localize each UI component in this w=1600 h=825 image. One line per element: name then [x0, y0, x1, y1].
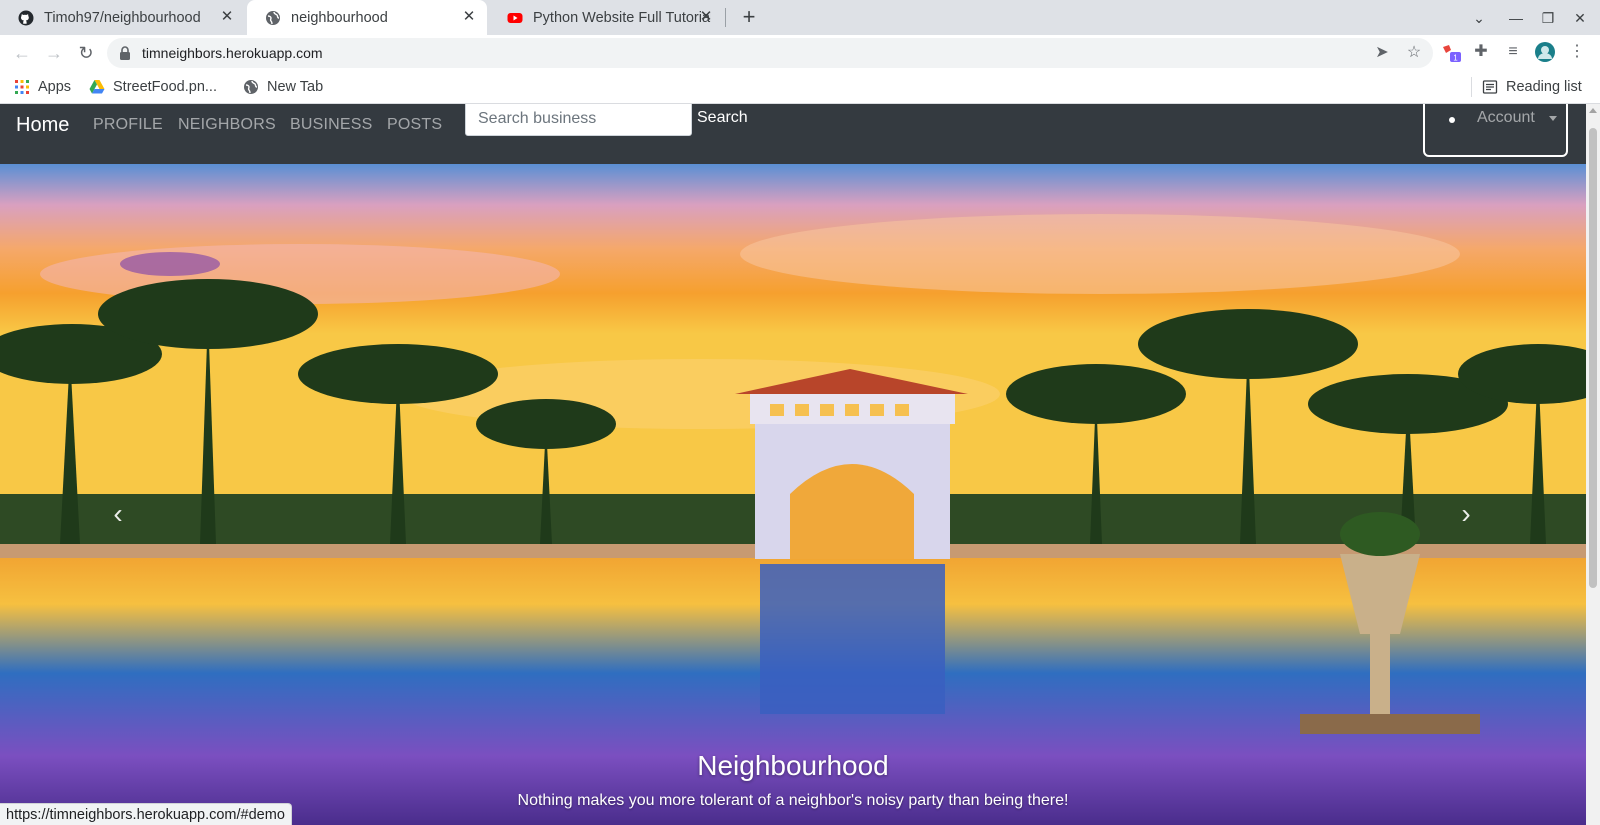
page-viewport: Home PROFILE NEIGHBORS BUSINESS POSTS Se…: [0, 104, 1600, 825]
nav-link-profile[interactable]: PROFILE: [93, 116, 163, 134]
bookmark-streetfood[interactable]: StreetFood.pn...: [89, 77, 217, 97]
hero-carousel: ‹ › Neighbourhood Nothing makes you more…: [0, 164, 1586, 825]
bookmark-label: StreetFood.pn...: [113, 79, 217, 95]
puzzle-extensions-icon[interactable]: ✚: [1470, 41, 1492, 63]
tab-search-chevron-icon[interactable]: ⌄: [1467, 6, 1491, 30]
globe-icon: [266, 10, 280, 25]
address-bar[interactable]: timneighbors.herokuapp.com ➤ ☆: [107, 38, 1433, 68]
account-dropdown[interactable]: Account: [1423, 104, 1568, 157]
new-tab-plus-icon[interactable]: +: [737, 6, 761, 30]
github-icon: [18, 10, 34, 25]
bookmark-label: Apps: [38, 79, 72, 95]
reading-list-label: Reading list: [1506, 79, 1582, 95]
cloud: [740, 214, 1460, 294]
tab-title: neighbourhood: [291, 9, 388, 26]
extension-badge-count: 1: [1453, 54, 1458, 63]
window-close-icon[interactable]: ✕: [1568, 6, 1592, 30]
caret-down-icon: [1549, 116, 1557, 121]
nav-link-posts[interactable]: POSTS: [387, 116, 442, 134]
scrollbar-thumb[interactable]: [1589, 128, 1597, 588]
send-icon[interactable]: ➤: [1373, 44, 1391, 62]
menu-kebab-icon[interactable]: ⋮: [1566, 41, 1588, 63]
minimize-icon[interactable]: —: [1504, 6, 1528, 30]
cloud: [120, 252, 220, 276]
extension-badge-icon[interactable]: 1: [1440, 41, 1462, 63]
planter-shrub: [1340, 512, 1420, 556]
reading-list-icon: [1482, 80, 1498, 94]
hero-caption-title: Neighbourhood: [697, 750, 889, 781]
profile-avatar[interactable]: [1534, 41, 1556, 63]
search-business-input[interactable]: [465, 104, 692, 136]
lock-icon: [120, 46, 130, 60]
tab-github[interactable]: Timoh97/neighbourhood ✕: [0, 0, 245, 35]
tab-title: Timoh97/neighbourhood: [44, 9, 201, 26]
extension-icon: 1: [1443, 45, 1461, 63]
page-scrollbar[interactable]: [1586, 104, 1600, 825]
bookmark-label: New Tab: [267, 79, 324, 95]
url-text: timneighbors.herokuapp.com: [142, 45, 323, 61]
tab-strip: Timoh97/neighbourhood ✕ neighbourhood ✕ …: [0, 0, 1600, 35]
carousel-prev-chevron-icon[interactable]: ‹: [98, 494, 138, 534]
apps-grid-icon: [15, 80, 29, 94]
restore-icon[interactable]: ❐: [1536, 6, 1560, 30]
browser-toolbar: ← → ↻ timneighbors.herokuapp.com ➤ ☆: [0, 35, 1600, 71]
reload-icon[interactable]: ↻: [74, 41, 98, 65]
nav-link-business[interactable]: BUSINESS: [290, 116, 373, 134]
gazebo: [735, 369, 968, 714]
bookmark-apps[interactable]: Apps: [14, 77, 71, 97]
tab-title: Python Website Full Tutorial: [533, 9, 711, 26]
search-button[interactable]: Search: [697, 106, 748, 130]
close-icon[interactable]: ✕: [698, 9, 714, 25]
globe-icon: [244, 80, 258, 94]
nav-link-neighbors[interactable]: NEIGHBORS: [178, 116, 276, 134]
close-icon[interactable]: ✕: [219, 9, 235, 25]
list-bullet: [1449, 117, 1455, 123]
bookmarks-divider: [1471, 77, 1472, 97]
tab-youtube[interactable]: Python Website Full Tutorial ✕: [489, 0, 724, 35]
site-navbar: Home PROFILE NEIGHBORS BUSINESS POSTS Se…: [0, 104, 1586, 164]
media-queue-icon[interactable]: ≡: [1502, 41, 1524, 63]
forward-arrow-icon[interactable]: →: [42, 41, 66, 65]
close-icon[interactable]: ✕: [461, 9, 477, 25]
nav-home-link[interactable]: Home: [16, 114, 69, 137]
back-arrow-icon[interactable]: ←: [10, 41, 34, 65]
bookmarks-bar: Apps StreetFood.pn... New Tab Reading li…: [0, 71, 1600, 104]
tab-separator: [725, 8, 726, 27]
carousel-next-chevron-icon[interactable]: ›: [1446, 494, 1486, 534]
tab-neighbourhood[interactable]: neighbourhood ✕: [247, 0, 487, 35]
youtube-icon: [507, 12, 523, 23]
bookmark-new-tab[interactable]: New Tab: [243, 77, 323, 97]
reading-list-button[interactable]: Reading list: [1482, 77, 1582, 97]
scroll-up-arrow-icon[interactable]: [1589, 108, 1597, 113]
google-drive-icon: [89, 80, 105, 94]
avatar-icon: [1535, 42, 1555, 62]
hero-resort-image: [0, 164, 1586, 825]
status-bar-url: https://timneighbors.herokuapp.com/#demo: [0, 803, 292, 825]
bookmark-star-icon[interactable]: ☆: [1405, 44, 1423, 62]
account-dropdown-label: Account: [1477, 109, 1535, 126]
